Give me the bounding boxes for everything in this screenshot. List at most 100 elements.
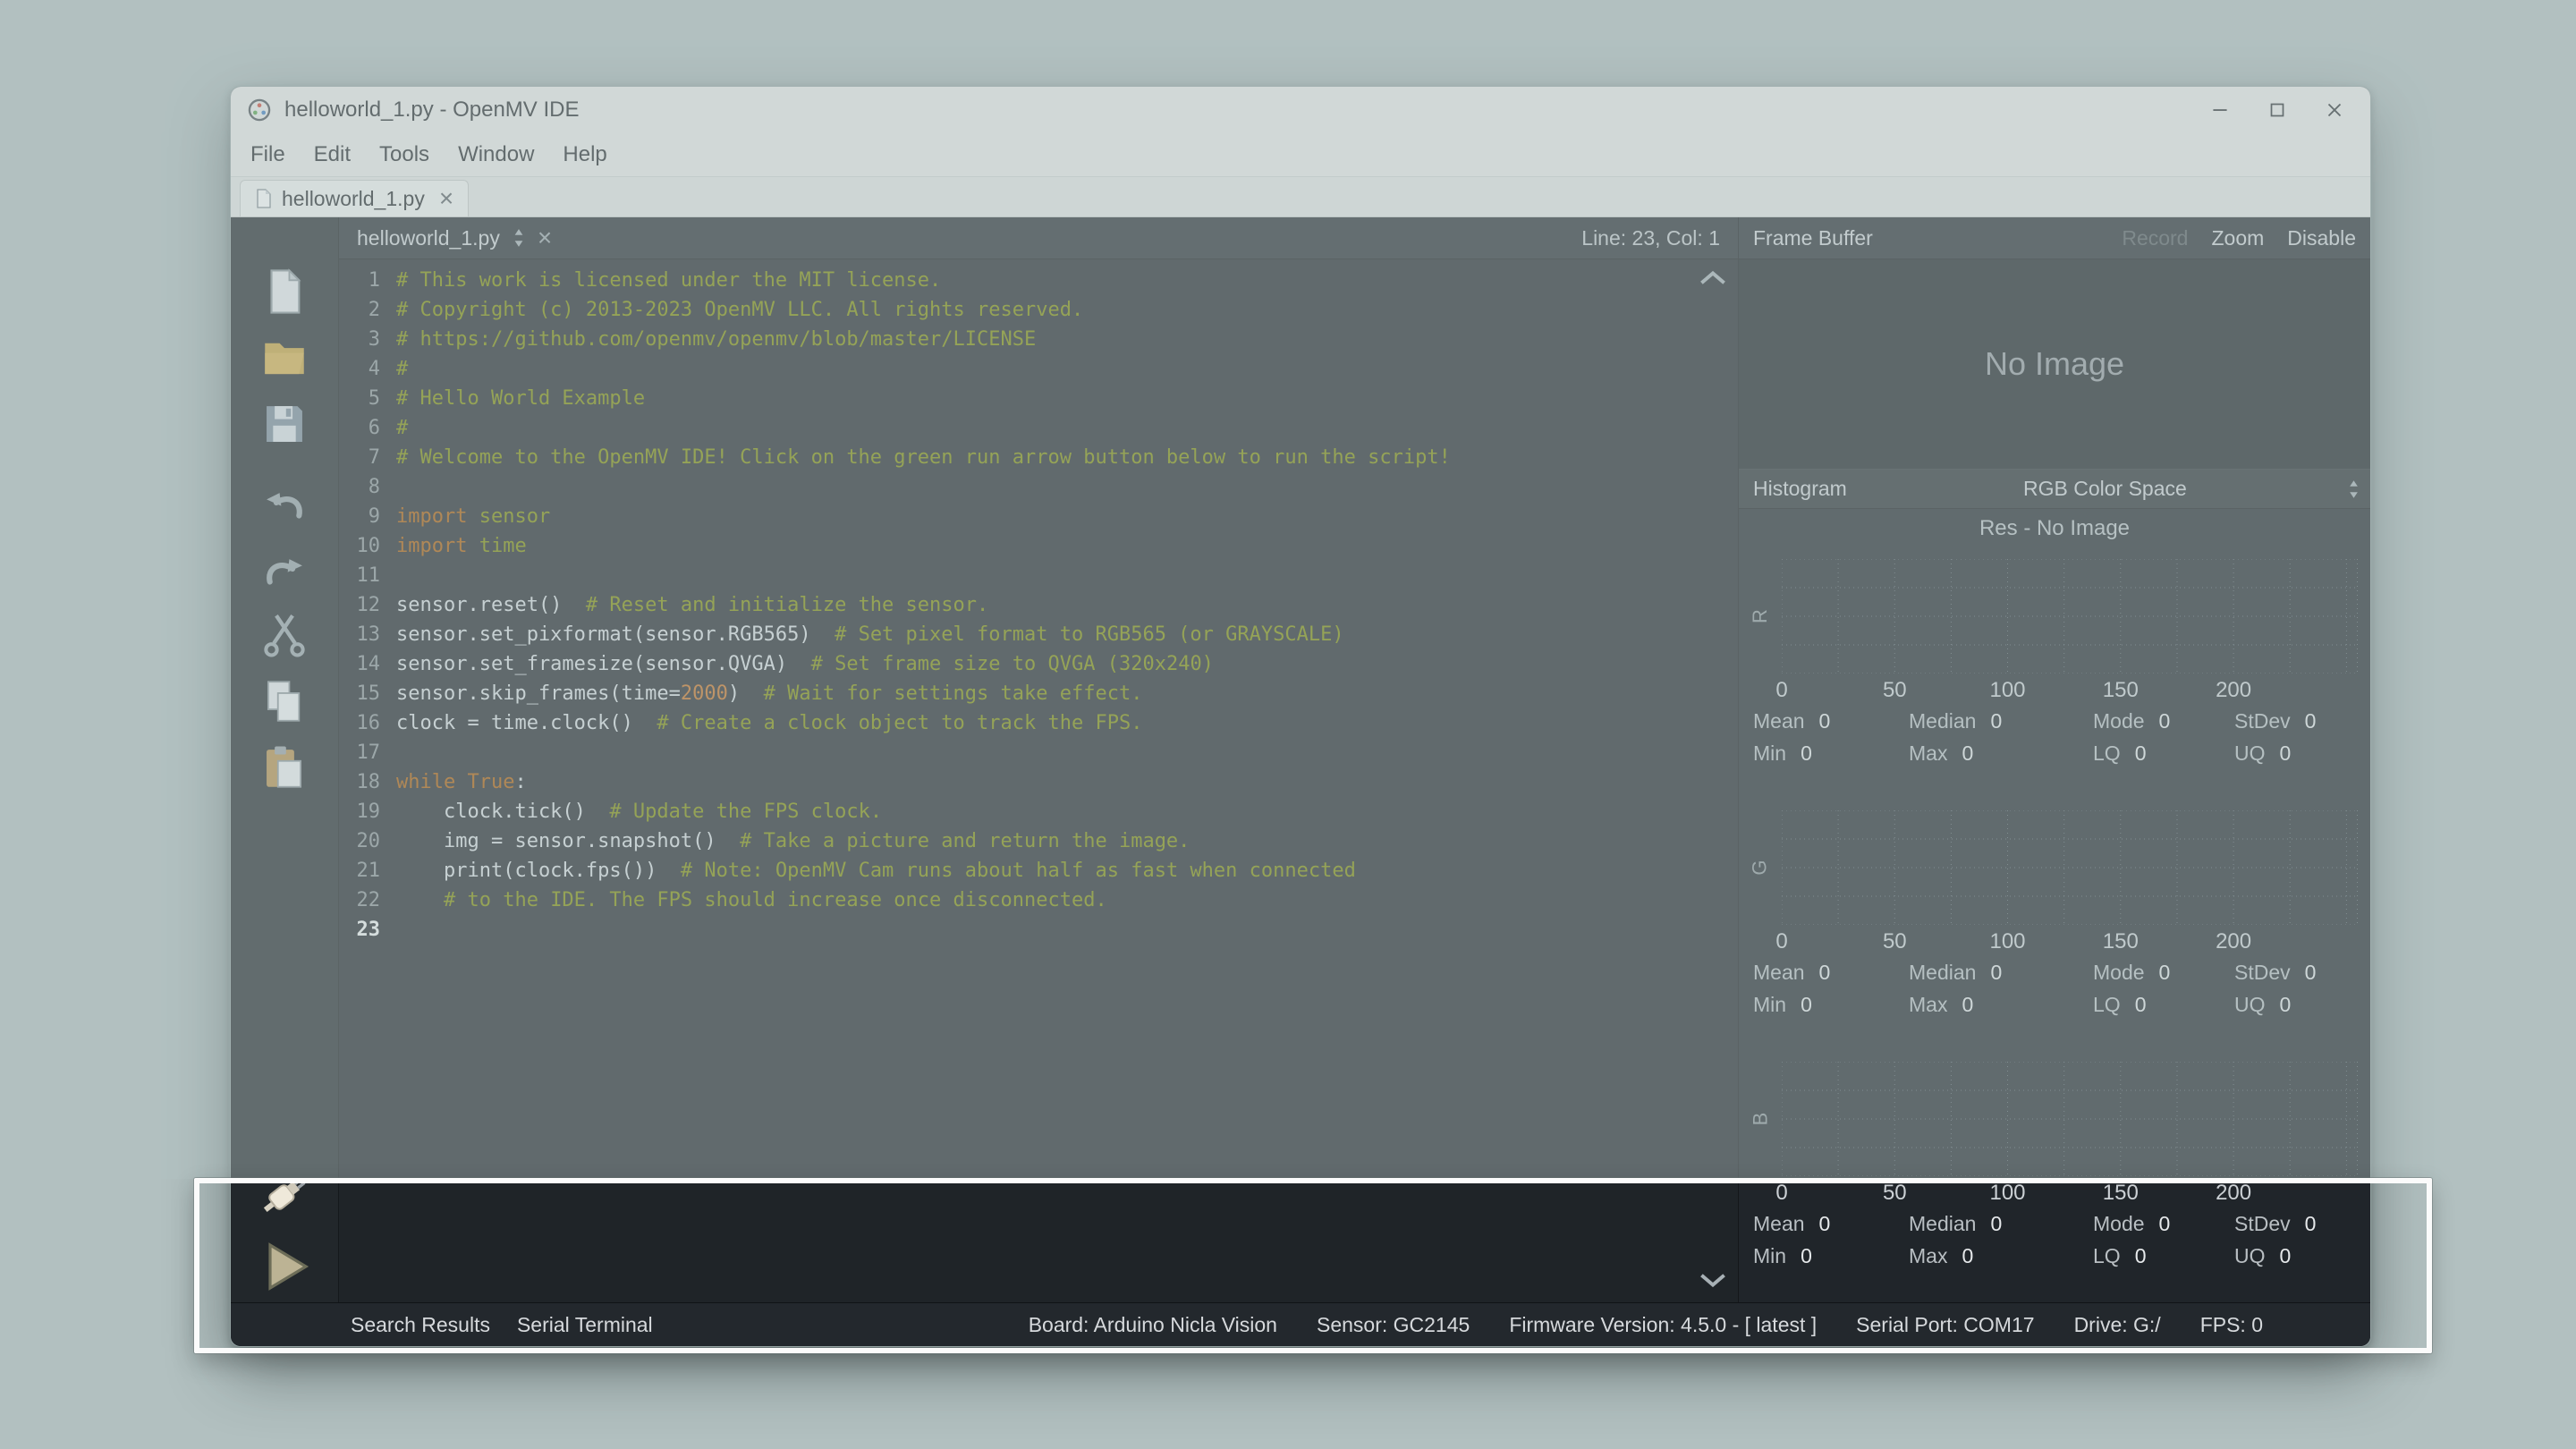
- open-file-icon[interactable]: [258, 332, 310, 384]
- code-text: # This work is licensed under the MIT li…: [389, 266, 941, 295]
- scroll-up-icon[interactable]: [1697, 267, 1729, 288]
- connect-icon[interactable]: [256, 1166, 313, 1224]
- redo-icon[interactable]: [258, 543, 310, 595]
- color-space-dropdown[interactable]: RGB Color Space: [1847, 477, 2363, 501]
- open-file-selector[interactable]: helloworld_1.py ×: [357, 225, 552, 250]
- stat-stdev: StDev0: [2234, 1212, 2358, 1236]
- status-fps: FPS: 0: [2200, 1313, 2263, 1337]
- channel-label: B: [1739, 1062, 1782, 1176]
- stat-max: Max0: [1909, 1244, 2093, 1268]
- disable-button[interactable]: Disable: [2287, 226, 2356, 250]
- color-space-value: RGB Color Space: [2023, 477, 2187, 501]
- stat-mean: Mean0: [1753, 1212, 1909, 1236]
- serial-terminal-button[interactable]: Serial Terminal: [517, 1313, 653, 1337]
- stat-uq: UQ0: [2234, 993, 2358, 1017]
- code-line: 2# Copyright (c) 2013-2023 OpenMV LLC. A…: [339, 295, 1738, 325]
- line-number: 18: [339, 767, 389, 797]
- code-text: #: [389, 354, 408, 384]
- code-line: 3# https://github.com/openmv/openmv/blob…: [339, 325, 1738, 354]
- code-line: 17: [339, 738, 1738, 767]
- frame-buffer-view: No Image: [1739, 259, 2370, 469]
- histogram-channels: R050100150200Mean0Median0Mode0StDev0Min0…: [1739, 548, 2370, 1302]
- code-text: # Copyright (c) 2013-2023 OpenMV LLC. Al…: [389, 295, 1083, 325]
- line-number: 19: [339, 797, 389, 826]
- stat-min: Min0: [1753, 741, 1909, 766]
- menu-window[interactable]: Window: [444, 133, 548, 176]
- menu-edit[interactable]: Edit: [300, 133, 365, 176]
- cut-icon[interactable]: [258, 609, 310, 661]
- line-number: 9: [339, 502, 389, 531]
- histogram-channel-r: R050100150200Mean0Median0Mode0StDev0Min0…: [1739, 548, 2370, 800]
- stat-mode: Mode0: [2093, 961, 2234, 985]
- code-line: 20 img = sensor.snapshot() # Take a pict…: [339, 826, 1738, 856]
- start-script-icon[interactable]: [256, 1238, 313, 1295]
- stat-max: Max0: [1909, 741, 2093, 766]
- code-line: 12sensor.reset() # Reset and initialize …: [339, 590, 1738, 620]
- menu-help[interactable]: Help: [548, 133, 621, 176]
- menu-tools[interactable]: Tools: [365, 133, 444, 176]
- record-button[interactable]: Record: [2122, 226, 2188, 250]
- axis-tick-labels: 050100150200: [1782, 925, 2358, 959]
- status-bar-right: Board: Arduino Nicla VisionSensor: GC214…: [1029, 1313, 2263, 1337]
- line-number: 10: [339, 531, 389, 561]
- close-icon[interactable]: [2306, 87, 2363, 133]
- zoom-button[interactable]: Zoom: [2211, 226, 2264, 250]
- desktop: helloworld_1.py - OpenMV IDE FileEditToo…: [0, 0, 2576, 1449]
- paste-icon[interactable]: [258, 741, 310, 793]
- channel-stats: Mean0Median0Mode0StDev0Min0Max0LQ0UQ0: [1753, 709, 2358, 766]
- line-number: 15: [339, 679, 389, 708]
- file-selector-label: helloworld_1.py: [357, 226, 500, 250]
- status-board: Board: Arduino Nicla Vision: [1029, 1313, 1277, 1337]
- new-file-icon[interactable]: [258, 266, 310, 318]
- undo-icon[interactable]: [258, 477, 310, 529]
- code-text: # to the IDE. The FPS should increase on…: [389, 886, 1107, 915]
- histogram-channel-g: G050100150200Mean0Median0Mode0StDev0Min0…: [1739, 800, 2370, 1051]
- axis-tick: 50: [1883, 1181, 1907, 1206]
- histogram-title: Histogram: [1753, 477, 1847, 501]
- code-line: 16clock = time.clock() # Create a clock …: [339, 708, 1738, 738]
- axis-tick: 150: [2103, 678, 2139, 703]
- channel-stats: Mean0Median0Mode0StDev0Min0Max0LQ0UQ0: [1753, 1212, 2358, 1268]
- maximize-icon[interactable]: [2249, 87, 2306, 133]
- axis-tick: 0: [1775, 929, 1787, 954]
- copy-icon[interactable]: [258, 675, 310, 727]
- line-number: 5: [339, 384, 389, 413]
- code-line: 9import sensor: [339, 502, 1738, 531]
- minimize-icon[interactable]: [2191, 87, 2249, 133]
- stat-lq: LQ0: [2093, 1244, 2234, 1268]
- stat-lq: LQ0: [2093, 741, 2234, 766]
- tab-helloworld[interactable]: helloworld_1.py ×: [240, 180, 469, 216]
- status-bar: Search Results Serial Terminal Board: Ard…: [231, 1302, 2370, 1346]
- document-tab-bar: helloworld_1.py ×: [231, 177, 2370, 217]
- stat-stdev: StDev0: [2234, 961, 2358, 985]
- line-number: 14: [339, 649, 389, 679]
- scroll-down-icon[interactable]: [1697, 1270, 1729, 1292]
- code-area[interactable]: 1# This work is licensed under the MIT l…: [339, 259, 1738, 1302]
- stat-median: Median0: [1909, 1212, 2093, 1236]
- menu-file[interactable]: File: [236, 133, 300, 176]
- axis-tick: 0: [1775, 678, 1787, 703]
- axis-tick: 100: [1989, 678, 2025, 703]
- code-text: sensor.set_framesize(sensor.QVGA) # Set …: [389, 649, 1214, 679]
- openmv-logo-icon: [247, 97, 272, 123]
- line-number: 7: [339, 443, 389, 472]
- code-line: 14sensor.set_framesize(sensor.QVGA) # Se…: [339, 649, 1738, 679]
- code-text: sensor.skip_frames(time=2000) # Wait for…: [389, 679, 1142, 708]
- save-file-icon[interactable]: [258, 398, 310, 450]
- code-line: 8: [339, 472, 1738, 502]
- close-file-icon[interactable]: ×: [538, 225, 552, 250]
- updown-arrows-icon: [2348, 479, 2360, 500]
- stat-median: Median0: [1909, 709, 2093, 733]
- stat-min: Min0: [1753, 993, 1909, 1017]
- code-text: [389, 738, 396, 767]
- code-line: 23: [339, 915, 1738, 945]
- code-text: clock = time.clock() # Create a clock ob…: [389, 708, 1142, 738]
- axis-tick: 100: [1989, 929, 2025, 954]
- line-number: 12: [339, 590, 389, 620]
- code-text: [389, 472, 396, 502]
- code-line: 19 clock.tick() # Update the FPS clock.: [339, 797, 1738, 826]
- search-results-button[interactable]: Search Results: [351, 1313, 490, 1337]
- code-line: 13sensor.set_pixformat(sensor.RGB565) # …: [339, 620, 1738, 649]
- status-firmware-version: Firmware Version: 4.5.0 - [ latest ]: [1509, 1313, 1817, 1337]
- tab-close-icon[interactable]: ×: [439, 186, 453, 211]
